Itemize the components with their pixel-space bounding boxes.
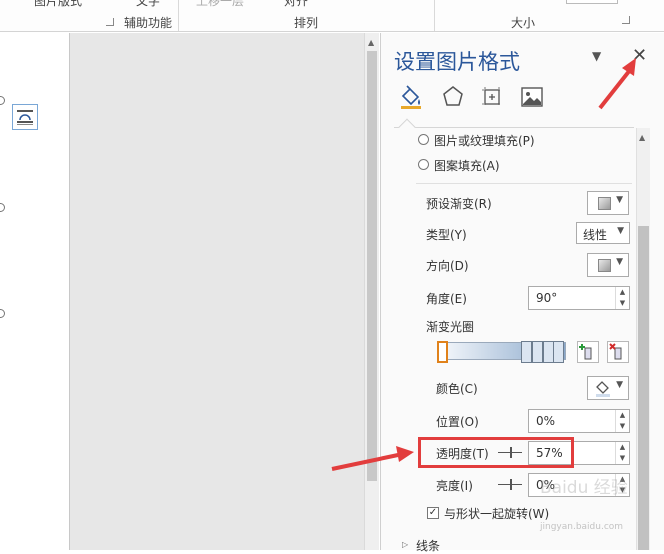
watermark-url: jingyan.baidu.com <box>540 522 624 532</box>
arrow-to-close-icon <box>598 58 636 110</box>
arrow-to-transparency-icon <box>331 446 414 471</box>
annotation-arrows <box>331 58 636 471</box>
watermark-text: Baidu 经验 <box>540 478 628 498</box>
